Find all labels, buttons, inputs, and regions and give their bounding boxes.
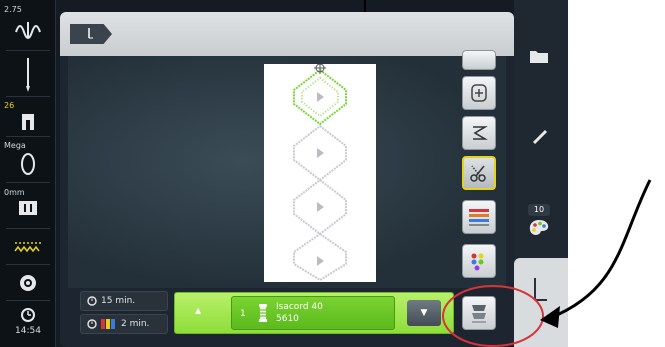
- thread-name: Isacord 40: [276, 302, 323, 312]
- clock-icon: [21, 308, 35, 322]
- chevron-up-icon: ▲: [195, 306, 202, 315]
- embroidery-design[interactable]: [264, 62, 376, 282]
- clock-time: 14:54: [15, 326, 41, 336]
- bobbin-icon: [20, 275, 36, 291]
- total-time-value: 15 min.: [101, 296, 136, 306]
- hoop-select-button[interactable]: [462, 296, 496, 330]
- hoop-stack-icon: [472, 305, 486, 323]
- clock-button[interactable]: [0, 308, 56, 324]
- left-status-bar: 2.75 26 Mega 0mm 14:54: [0, 0, 56, 347]
- bottom-status-area: 15 min. 2 min. ▲ 1 Isacord 40 5610 ▼: [68, 288, 506, 340]
- tension-icon: [15, 22, 41, 39]
- needle-small-icon: [88, 28, 93, 39]
- speed-value: 2.75: [4, 5, 22, 14]
- edit-button[interactable]: [531, 128, 549, 150]
- needle-position-value: 0mm: [4, 188, 25, 197]
- thread-code: 5610: [276, 314, 299, 324]
- thread-tension-button[interactable]: [0, 18, 56, 42]
- total-time-box: 15 min.: [80, 291, 168, 311]
- back-tab-button[interactable]: [70, 24, 112, 44]
- current-thread-info[interactable]: 1 Isacord 40 5610: [231, 296, 395, 330]
- color-info-button[interactable]: [528, 218, 550, 242]
- embroidery-edit-panel: 15 min. 2 min. ▲ 1 Isacord 40 5610 ▼: [60, 12, 514, 347]
- check-size-button[interactable]: [462, 116, 496, 150]
- needle-plate-icon: [21, 153, 35, 175]
- embroidery-mode-button[interactable]: [514, 258, 568, 347]
- thread-spool-icon: [259, 304, 267, 322]
- back-arrow-icon: [534, 278, 547, 301]
- title-bar: [60, 12, 514, 56]
- color-dots-icon: [471, 253, 484, 271]
- color-count-badge: 10: [528, 204, 550, 216]
- stitch-pattern-button[interactable]: [0, 240, 56, 256]
- previous-color-button[interactable]: ▲: [195, 306, 201, 315]
- color-stack-icon: [469, 209, 489, 226]
- thread-color-bar[interactable]: ▲ 1 Isacord 40 5610 ▼: [174, 292, 454, 334]
- color-bars-icon: [101, 319, 115, 329]
- stitch-path-icon: [473, 126, 488, 140]
- folder-icon: [530, 51, 548, 63]
- zigzag-icon: [14, 242, 41, 253]
- presser-foot-label: Mega: [4, 141, 26, 150]
- hoop-center-icon: [471, 84, 487, 102]
- color-resequence-button[interactable]: [462, 200, 496, 234]
- tool-partial-top[interactable]: [462, 50, 496, 70]
- palette-icon: [529, 220, 549, 235]
- needle-plate-button[interactable]: [0, 152, 56, 178]
- center-design-button[interactable]: [462, 76, 496, 110]
- feed-dog-icon: [19, 201, 37, 215]
- hoop-area[interactable]: [264, 62, 376, 282]
- embroidery-canvas[interactable]: [68, 50, 506, 288]
- color-time-value: 2 min.: [121, 319, 150, 329]
- folder-button[interactable]: [529, 48, 549, 68]
- bobbin-button[interactable]: [0, 274, 56, 294]
- presser-foot-icon: [22, 114, 34, 130]
- stitch-length-value: 26: [4, 101, 15, 110]
- color-time-box: 2 min.: [80, 314, 168, 334]
- color-palette-button[interactable]: [462, 244, 496, 278]
- pencil-icon: [532, 129, 548, 145]
- clock-icon: [87, 319, 97, 329]
- thread-number: 1: [240, 309, 246, 319]
- thread-dropdown-button[interactable]: ▼: [407, 300, 441, 326]
- needle-button[interactable]: [0, 58, 56, 94]
- chevron-down-icon: ▼: [420, 308, 428, 318]
- machine-screen: 2.75 26 Mega 0mm 14:54 15 min. 2 min. ▲ …: [0, 0, 568, 347]
- needle-icon: [26, 58, 30, 92]
- feed-dog-button[interactable]: [0, 200, 56, 218]
- clock-icon: [87, 296, 97, 306]
- cut-jump-stitches-button[interactable]: [462, 156, 496, 190]
- scissors-icon: [470, 165, 486, 182]
- presser-foot-selector[interactable]: [0, 112, 56, 134]
